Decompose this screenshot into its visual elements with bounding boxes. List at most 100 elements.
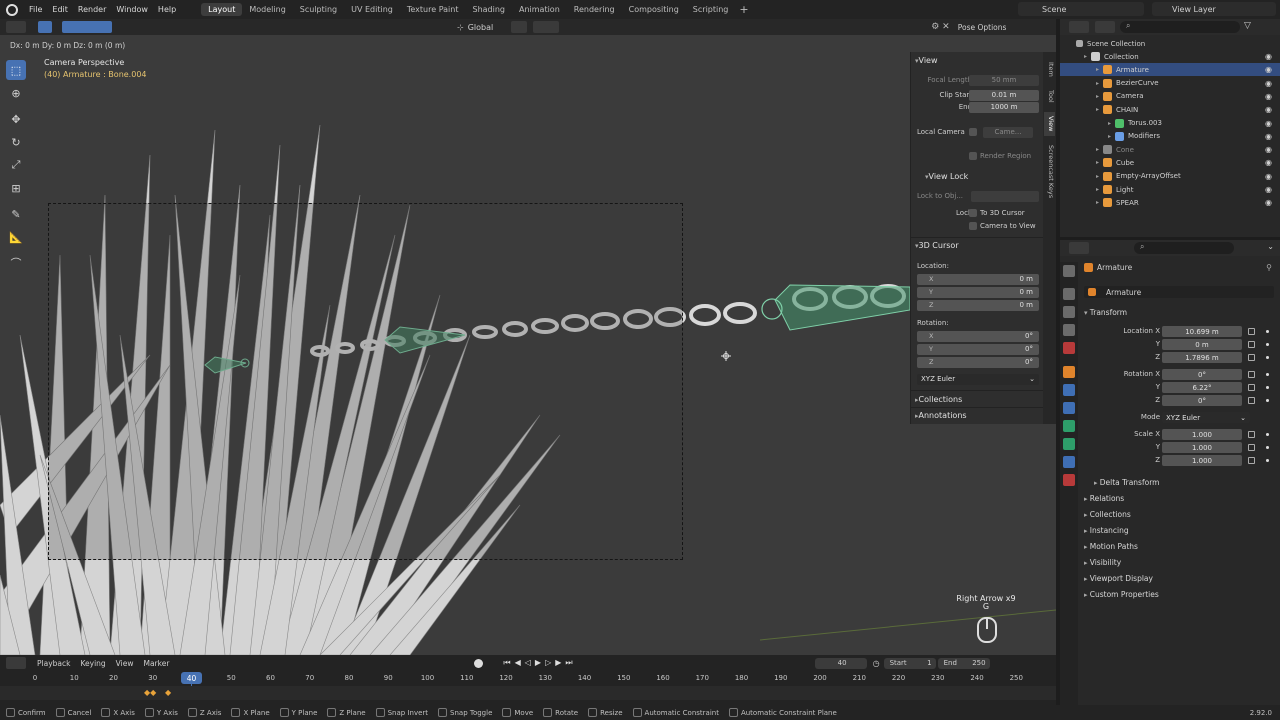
visibility-eye-icon[interactable]: ◉ [1265,65,1272,74]
cursor-rot-y-field[interactable]: Y 0° [917,343,1039,355]
object-name-field[interactable]: Armature [1084,286,1274,298]
visibility-eye-icon[interactable]: ◉ [1265,198,1272,207]
local-camera-field[interactable]: Came... [983,126,1033,138]
menu-edit[interactable]: Edit [47,5,73,14]
keyframe-dot-icon[interactable] [1266,433,1269,436]
view-section-header[interactable]: View [915,56,938,65]
tab-layout[interactable]: Layout [201,3,243,16]
lock-icon[interactable] [1248,384,1255,391]
select-mode-icon[interactable] [38,21,52,33]
delta-transform-panel-header[interactable]: Delta Transform [1094,478,1160,487]
rotation-y-field[interactable]: 6.22° [1162,382,1242,393]
render-region-checkbox[interactable] [969,152,977,160]
scene-selector[interactable]: Scene [1018,2,1144,16]
bone-roll-icon[interactable]: ⌒ [6,253,26,273]
cursor-loc-y-field[interactable]: Y 0 m [917,286,1039,298]
scale-icon[interactable]: ⤢ [6,155,26,175]
texture-tab-icon[interactable] [1063,474,1075,486]
clock-icon[interactable]: ◷ [873,659,880,668]
disclosure-triangle-icon[interactable]: ▸ [1108,133,1111,140]
lock-icon[interactable] [1248,397,1255,404]
keyframe-dot-icon[interactable] [1266,356,1269,359]
blender-logo-icon[interactable] [6,3,18,16]
motion-paths-panel-header[interactable]: Motion Paths [1084,542,1138,551]
tab-modeling[interactable]: Modeling [242,3,292,16]
measure-icon[interactable]: 📐 [6,227,26,247]
properties-search-input[interactable]: ⌕ [1134,242,1234,254]
lock-icon[interactable] [1248,431,1255,438]
visibility-eye-icon[interactable]: ◉ [1265,132,1272,141]
overlay-toggle-icon[interactable]: ⚙ ✕ [931,22,949,32]
display-mode-icon[interactable] [1095,21,1115,33]
outliner-item-beziercurve[interactable]: ▸ BezierCurve ◉ [1060,77,1280,90]
bone-constraint-tab-icon[interactable] [1063,456,1075,468]
rotate-icon[interactable]: ↻ [6,132,26,152]
focal-length-field[interactable]: 50 mm [969,74,1039,86]
local-camera-checkbox[interactable] [969,128,977,136]
cursor-loc-x-field[interactable]: X 0 m [917,273,1039,285]
outliner-item-camera[interactable]: ▸ Camera ◉ [1060,90,1280,103]
pivot-icon[interactable] [511,21,528,33]
outliner-search-input[interactable]: ⌕ [1120,21,1240,33]
select-box-icon[interactable]: ⬚ [6,60,26,80]
disclosure-triangle-icon[interactable]: ▸ [1084,53,1087,60]
rotation-mode-dropdown[interactable]: XYZ Euler ⌄ [1162,412,1250,423]
snap-icon[interactable] [533,21,560,33]
camera-to-view-checkbox[interactable] [969,222,977,230]
visibility-eye-icon[interactable]: ◉ [1265,145,1272,154]
outliner-item-collection[interactable]: ▸ Collection ◉ [1060,50,1280,63]
current-frame-field[interactable]: 40 [814,657,867,669]
scene-tab-icon[interactable] [1063,342,1075,354]
disclosure-triangle-icon[interactable]: ▸ [1096,66,1099,73]
view-lock-header[interactable]: View Lock [925,172,969,181]
visibility-eye-icon[interactable]: ◉ [1265,52,1272,61]
rotation-x-field[interactable]: 0° [1162,369,1242,380]
lock-icon[interactable] [1248,328,1255,335]
transform-panel-header[interactable]: Transform [1084,308,1127,317]
playback-controls-icon[interactable]: ⏮◀◁▶▷▶⏭ [503,658,576,668]
render-tab-icon[interactable] [1063,288,1075,300]
editor-type-icon[interactable] [6,21,26,33]
disclosure-triangle-icon[interactable]: ▸ [1096,199,1099,206]
tab-item[interactable]: Item [1044,58,1055,80]
tab-shading[interactable]: Shading [465,3,512,16]
cursor-icon[interactable]: ⊕ [6,83,26,103]
cursor-loc-z-field[interactable]: Z 0 m [917,299,1039,311]
to-3d-cursor-checkbox[interactable] [969,209,977,217]
menu-help[interactable]: Help [153,5,181,14]
visibility-eye-icon[interactable]: ◉ [1265,158,1272,167]
tab-screencast-keys[interactable]: Screencast Keys [1044,142,1055,202]
visibility-panel-header[interactable]: Visibility [1084,558,1121,567]
outliner-item-torus-003[interactable]: ▸ Torus.003 ◉ [1060,117,1280,130]
timeline-editor-type-icon[interactable] [6,657,26,669]
custom-properties-panel-header[interactable]: Custom Properties [1084,590,1159,599]
outliner-item-cone[interactable]: ▸ Cone ◉ [1060,143,1280,156]
tab-view[interactable]: View [1044,112,1055,136]
move-icon[interactable]: ✥ [6,109,26,129]
cursor-rot-z-field[interactable]: Z 0° [917,356,1039,368]
visibility-eye-icon[interactable]: ◉ [1265,119,1272,128]
outliner-item-chain[interactable]: ▸ CHAIN ◉ [1060,103,1280,116]
menu-playback[interactable]: Playback [32,659,75,668]
outliner-item-empty-arrayoffset[interactable]: ▸ Empty-ArrayOffset ◉ [1060,170,1280,183]
outliner-item-cube[interactable]: ▸ Cube ◉ [1060,156,1280,169]
outliner-item-light[interactable]: ▸ Light ◉ [1060,183,1280,196]
keyframe-dot-icon[interactable] [1266,373,1269,376]
disclosure-triangle-icon[interactable]: ▸ [1096,106,1099,113]
location-z-field[interactable]: 1.7896 m [1162,352,1242,363]
lock-icon[interactable] [1248,354,1255,361]
view-layer-selector[interactable]: View Layer [1152,2,1276,16]
tab-rendering[interactable]: Rendering [567,3,622,16]
keyframe-dot-icon[interactable] [1266,386,1269,389]
lock-icon[interactable] [1248,341,1255,348]
keyframe-icon[interactable]: ◆ [165,688,171,697]
keyframe-dot-icon[interactable] [1266,459,1269,462]
tab-animation[interactable]: Animation [512,3,567,16]
collections-section-header[interactable]: Collections [915,395,963,404]
pin-icon[interactable]: ⚲ [1266,263,1272,272]
keyframe-dot-icon[interactable] [1266,399,1269,402]
outliner-scene-collection[interactable]: Scene Collection [1060,37,1280,50]
lock-icon[interactable] [1248,457,1255,464]
scale-y-field[interactable]: 1.000 [1162,442,1242,453]
scale-x-field[interactable]: 1.000 [1162,429,1242,440]
